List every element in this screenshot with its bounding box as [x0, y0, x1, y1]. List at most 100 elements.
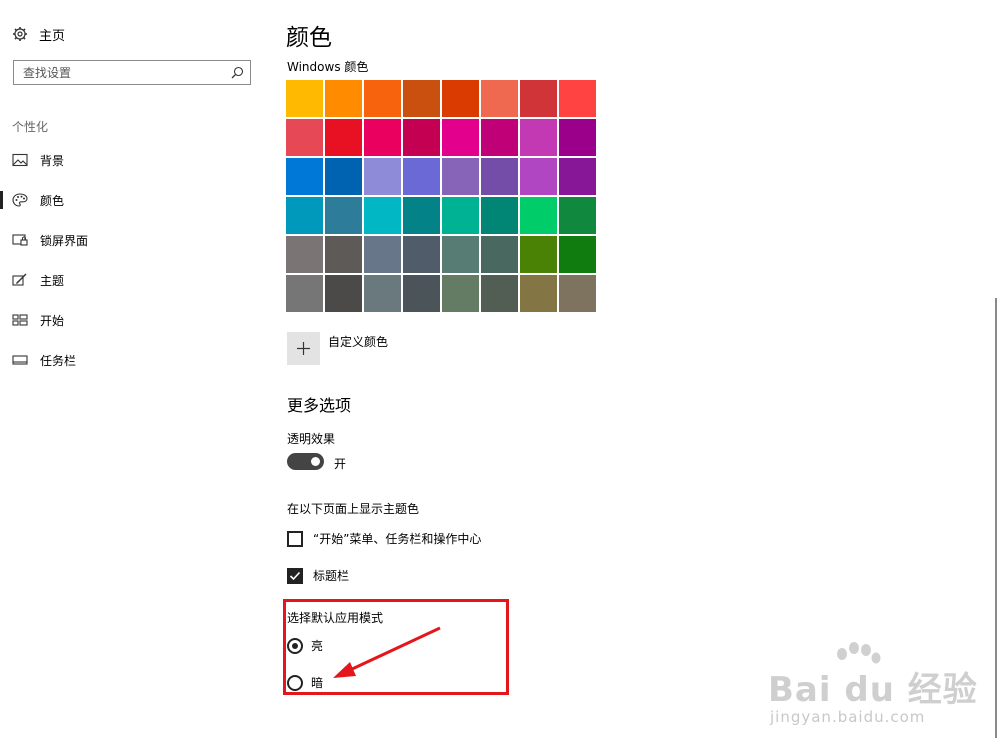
- toggle-knob: [311, 457, 320, 466]
- color-swatch[interactable]: [325, 275, 362, 312]
- color-swatch[interactable]: [442, 119, 479, 156]
- paw-icon: [837, 642, 881, 664]
- gear-icon: [13, 27, 27, 41]
- color-swatch[interactable]: [325, 158, 362, 195]
- show-accent-label: 在以下页面上显示主题色: [287, 502, 420, 516]
- sidebar-item-background[interactable]: 背景: [0, 145, 260, 175]
- color-swatch[interactable]: [403, 236, 440, 273]
- search-input[interactable]: [14, 61, 223, 84]
- color-swatch[interactable]: [325, 119, 362, 156]
- color-swatch[interactable]: [325, 236, 362, 273]
- color-swatch[interactable]: [559, 119, 596, 156]
- checkbox-label: “开始”菜单、任务栏和操作中心: [313, 532, 482, 546]
- start-taskbar-checkbox[interactable]: “开始”菜单、任务栏和操作中心: [287, 530, 481, 547]
- color-swatch[interactable]: [364, 158, 401, 195]
- more-options-heading: 更多选项: [287, 396, 352, 415]
- sidebar-item-label: 任务栏: [40, 353, 77, 368]
- color-swatch[interactable]: [481, 119, 518, 156]
- color-swatch[interactable]: [520, 158, 557, 195]
- color-swatch[interactable]: [481, 197, 518, 234]
- title-bar-checkbox[interactable]: 标题栏: [287, 567, 349, 584]
- color-swatch[interactable]: [520, 197, 557, 234]
- transparency-label: 透明效果: [287, 432, 336, 446]
- color-swatch[interactable]: [481, 80, 518, 117]
- color-swatch[interactable]: [520, 236, 557, 273]
- checkmark-icon: [289, 571, 301, 580]
- color-swatch[interactable]: [442, 158, 479, 195]
- color-swatch[interactable]: [481, 236, 518, 273]
- color-swatch[interactable]: [286, 80, 323, 117]
- color-swatch[interactable]: [442, 236, 479, 273]
- color-swatch[interactable]: [403, 197, 440, 234]
- color-swatch[interactable]: [364, 197, 401, 234]
- color-swatch[interactable]: [364, 80, 401, 117]
- lock-screen-icon: [12, 234, 28, 246]
- watermark-sub: jingyan.baidu.com: [770, 708, 926, 726]
- radio-button[interactable]: [287, 637, 303, 654]
- dark-mode-radio[interactable]: 暗: [287, 674, 323, 691]
- checkbox-box[interactable]: [287, 530, 303, 547]
- color-swatch[interactable]: [286, 197, 323, 234]
- taskbar-icon: [12, 355, 28, 365]
- sidebar-item-start[interactable]: 开始: [0, 305, 260, 335]
- sidebar-item-label: 锁屏界面: [40, 233, 89, 248]
- radio-button[interactable]: [287, 674, 303, 691]
- plus-box: [287, 332, 320, 365]
- color-swatch[interactable]: [364, 275, 401, 312]
- color-swatch[interactable]: [559, 197, 596, 234]
- home-nav-item[interactable]: 主页: [12, 24, 65, 44]
- sidebar-item-label: 颜色: [40, 193, 65, 208]
- theme-icon: [12, 273, 27, 286]
- color-swatch[interactable]: [559, 275, 596, 312]
- color-swatch[interactable]: [442, 197, 479, 234]
- search-box: [13, 60, 251, 85]
- color-swatch[interactable]: [520, 275, 557, 312]
- custom-color-button[interactable]: 自定义颜色: [287, 332, 388, 365]
- color-swatch-grid: [286, 80, 596, 312]
- search-icon[interactable]: [231, 66, 244, 79]
- color-swatch[interactable]: [403, 158, 440, 195]
- transparency-toggle[interactable]: [287, 453, 324, 470]
- color-swatch[interactable]: [325, 80, 362, 117]
- transparency-state: 开: [334, 457, 347, 471]
- picture-icon: [12, 153, 28, 167]
- light-mode-radio[interactable]: 亮: [287, 637, 323, 654]
- color-swatch[interactable]: [286, 119, 323, 156]
- color-swatch[interactable]: [286, 158, 323, 195]
- color-swatch[interactable]: [364, 119, 401, 156]
- color-swatch[interactable]: [403, 80, 440, 117]
- color-swatch[interactable]: [559, 80, 596, 117]
- color-swatch[interactable]: [403, 275, 440, 312]
- start-icon: [12, 314, 28, 326]
- color-swatch[interactable]: [325, 197, 362, 234]
- active-indicator: [0, 191, 3, 209]
- color-swatch[interactable]: [403, 119, 440, 156]
- sidebar-item-label: 背景: [40, 153, 65, 168]
- checkbox-box[interactable]: [287, 567, 303, 584]
- custom-color-label: 自定义颜色: [328, 335, 389, 349]
- section-heading: 个性化: [12, 120, 49, 134]
- palette-icon: [12, 193, 28, 207]
- watermark-logo: Bai du 经验 jingyan.baidu.com: [766, 642, 990, 732]
- sidebar-item-label: 主题: [40, 273, 65, 288]
- sidebar-item-themes[interactable]: 主题: [0, 265, 260, 295]
- color-swatch[interactable]: [559, 236, 596, 273]
- color-swatch[interactable]: [286, 275, 323, 312]
- color-swatch[interactable]: [481, 275, 518, 312]
- color-swatch[interactable]: [442, 80, 479, 117]
- color-swatch[interactable]: [520, 80, 557, 117]
- checkbox-label: 标题栏: [313, 569, 350, 583]
- color-swatch[interactable]: [559, 158, 596, 195]
- color-swatch[interactable]: [481, 158, 518, 195]
- sidebar-item-label: 开始: [40, 313, 65, 328]
- radio-label: 暗: [311, 676, 324, 690]
- scrollbar[interactable]: [995, 298, 997, 738]
- color-swatch[interactable]: [520, 119, 557, 156]
- color-swatch[interactable]: [442, 275, 479, 312]
- sidebar-item-lock-screen[interactable]: 锁屏界面: [0, 225, 260, 255]
- color-swatch[interactable]: [286, 236, 323, 273]
- color-swatch[interactable]: [364, 236, 401, 273]
- sidebar-item-colors[interactable]: 颜色: [0, 185, 260, 215]
- home-label: 主页: [39, 28, 66, 44]
- sidebar-item-taskbar[interactable]: 任务栏: [0, 345, 260, 375]
